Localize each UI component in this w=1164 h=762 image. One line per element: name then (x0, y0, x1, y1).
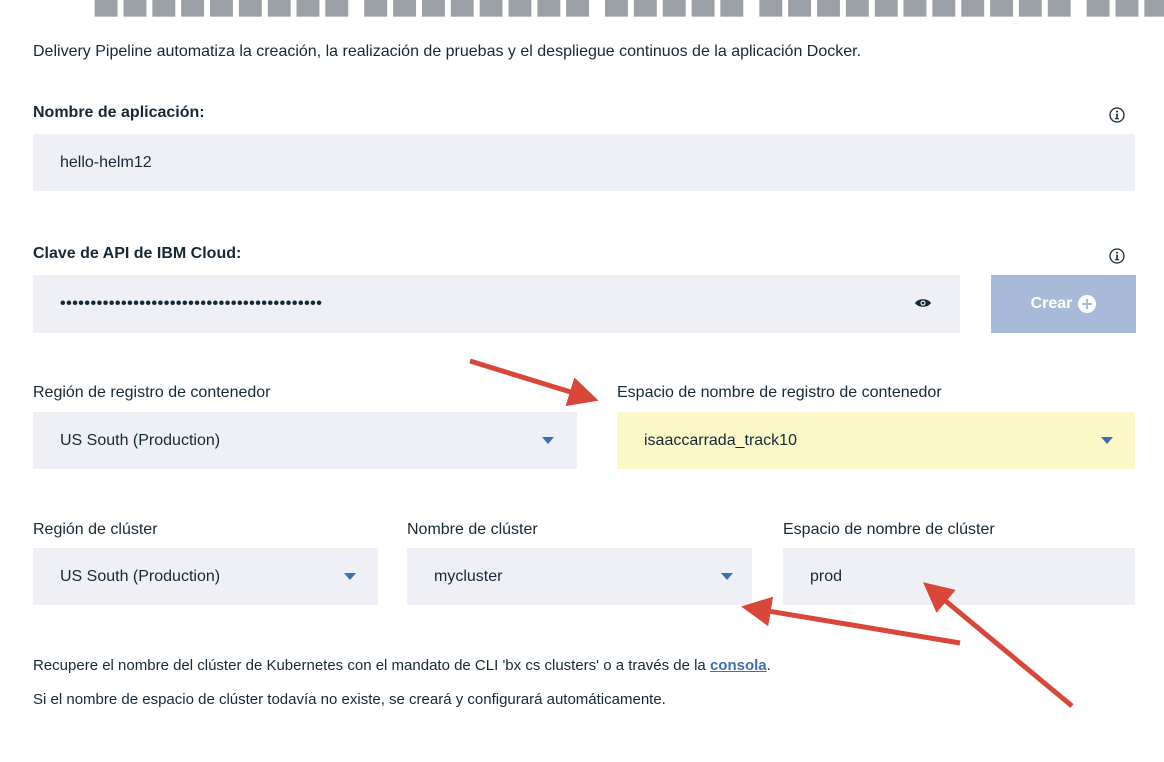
info-icon[interactable] (1109, 107, 1125, 123)
chevron-down-icon (344, 573, 356, 580)
eye-icon[interactable] (914, 296, 932, 310)
registry-region-label: Región de registro de contenedor (33, 384, 271, 401)
app-name-label: Nombre de aplicación: (33, 104, 205, 121)
app-name-input[interactable]: hello-helm12 (33, 134, 1135, 191)
namespace-help-text: Si el nombre de espacio de clúster todav… (33, 691, 666, 708)
arrow-to-cluster-name (741, 596, 961, 646)
cluster-region-select[interactable]: US South (Production) (33, 548, 378, 605)
cluster-namespace-label: Espacio de nombre de clúster (783, 521, 995, 538)
cluster-help-text: Recupere el nombre del clúster de Kubern… (33, 657, 771, 674)
registry-region-select[interactable]: US South (Production) (33, 412, 577, 469)
registry-namespace-select[interactable]: isaaccarrada_track10 (617, 412, 1135, 469)
arrow-to-registry-namespace (469, 358, 599, 407)
registry-namespace-label: Espacio de nombre de registro de contene… (617, 384, 942, 401)
pipeline-description: Delivery Pipeline automatiza la creación… (33, 43, 862, 60)
chevron-down-icon (542, 437, 554, 444)
cluster-name-label: Nombre de clúster (407, 521, 538, 538)
cluster-namespace-input[interactable]: prod (783, 548, 1135, 605)
plus-circle-icon (1078, 295, 1097, 313)
cluster-region-label: Región de clúster (33, 521, 158, 538)
info-icon[interactable] (1109, 248, 1125, 264)
arrow-to-cluster-namespace (923, 582, 1074, 708)
api-key-label: Clave de API de IBM Cloud: (33, 245, 242, 262)
api-key-input[interactable]: ••••••••••••••••••••••••••••••••••••••••… (33, 275, 960, 333)
create-api-key-button[interactable]: Crear (991, 275, 1136, 333)
cluster-name-select[interactable]: mycluster (407, 548, 752, 605)
console-link[interactable]: consola (710, 657, 767, 674)
chevron-down-icon (1101, 437, 1113, 444)
chevron-down-icon (721, 573, 733, 580)
clipped-header-text: ■■■■■■■■■ ■■■■■■■■ ■■■■■ ■■■■■■■■■■■ ■■■… (92, 0, 1164, 20)
